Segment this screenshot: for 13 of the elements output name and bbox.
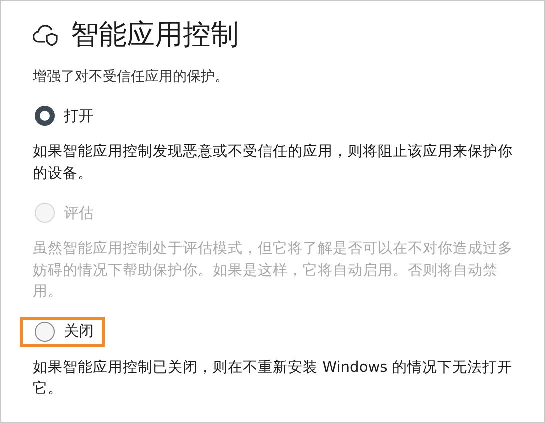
cloud-shield-icon [33, 24, 61, 46]
page-subtitle: 增强了对不受信任应用的保护。 [33, 68, 230, 87]
radio-button[interactable] [35, 322, 55, 342]
option-description: 如果智能应用控制发现恶意或不受信任的应用，则将阻止该应用来保护你的设备。 [33, 142, 513, 184]
option-label: 关闭 [64, 322, 94, 341]
radio-option[interactable]: 打开 [20, 101, 105, 131]
page-title: 智能应用控制 [71, 17, 239, 53]
highlighted-radio-option[interactable]: 关闭 [20, 316, 105, 346]
option-description: 虽然智能应用控制处于评估模式，但它将了解是否可以在不对你造成过多妨碍的情况下帮助保护你。如果是这样，它将自动启用。否则将自动禁用。 [33, 239, 513, 302]
option-label: 评估 [64, 204, 94, 222]
option-label: 打开 [64, 106, 94, 126]
radio-button[interactable] [35, 106, 55, 126]
option-description: 如果智能应用控制已关闭，则在不重新安装 Windows 的情况下无法打开它。 [33, 358, 513, 399]
